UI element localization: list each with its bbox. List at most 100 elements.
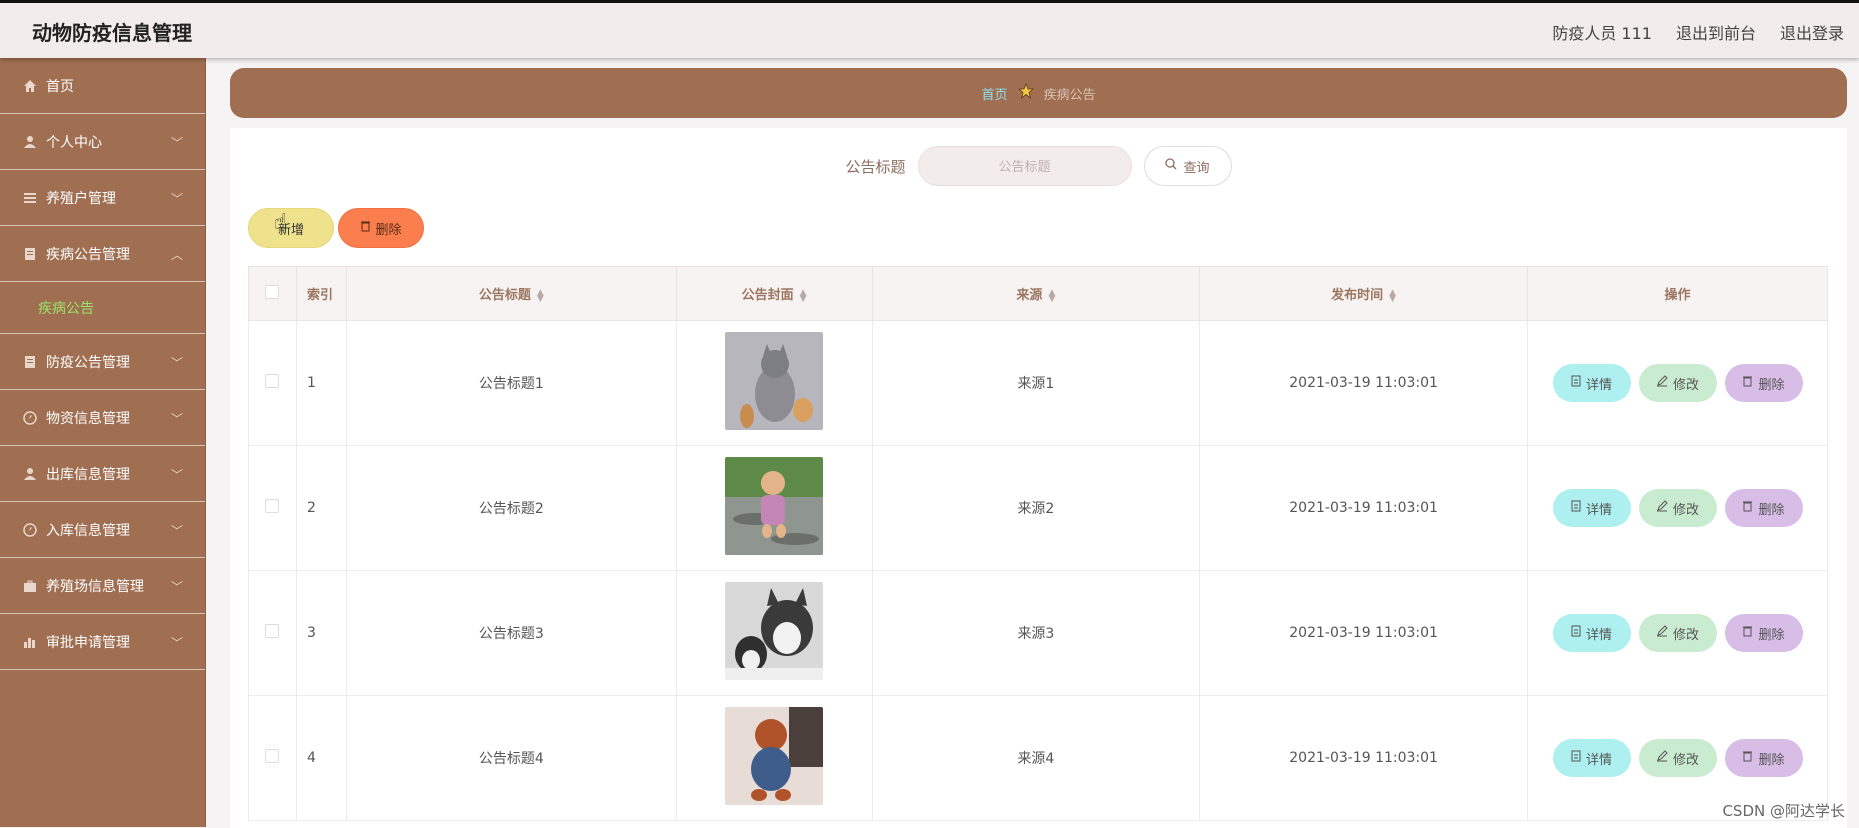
row-checkbox[interactable] <box>265 749 279 763</box>
sidebar-item-label: 个人中心 <box>46 132 102 152</box>
home-icon <box>22 78 38 94</box>
edit-button[interactable]: 修改 <box>1639 739 1717 777</box>
breadcrumb: 首页 疾病公告 <box>230 68 1847 118</box>
row-time: 2021-03-19 11:03:01 <box>1200 321 1528 446</box>
row-title: 公告标题1 <box>346 321 676 446</box>
sort-icon[interactable]: ▲▼ <box>1389 290 1396 302</box>
sidebar-item-label: 养殖户管理 <box>46 188 116 208</box>
row-source: 来源3 <box>872 571 1200 696</box>
sidebar-item-label: 入库信息管理 <box>46 520 130 540</box>
chevron-down-icon: ﹀ <box>171 634 183 651</box>
sidebar-item-label: 养殖场信息管理 <box>46 576 144 596</box>
add-button[interactable]: 新增 <box>248 208 334 248</box>
chevron-down-icon: ﹀ <box>171 410 183 427</box>
breadcrumb-home[interactable]: 首页 <box>981 84 1007 103</box>
compass-icon <box>22 410 38 426</box>
delete-row-button[interactable]: 删除 <box>1725 614 1803 652</box>
exit-to-front-link[interactable]: 退出到前台 <box>1676 20 1756 44</box>
detail-button[interactable]: 详情 <box>1553 364 1631 402</box>
search-icon <box>1165 158 1177 174</box>
sidebar-item-label: 物资信息管理 <box>46 408 130 428</box>
row-checkbox-cell <box>249 696 297 821</box>
edit-button-label: 修改 <box>1673 499 1699 518</box>
delete-row-button[interactable]: 删除 <box>1725 364 1803 402</box>
table-row: 3 公告标题3 来源3 2021-03-19 11:03:01 详情 修改 删除 <box>249 571 1828 696</box>
sidebar-item-personal[interactable]: 个人中心 ﹀ <box>0 114 205 170</box>
logout-link[interactable]: 退出登录 <box>1780 20 1844 44</box>
row-checkbox[interactable] <box>265 624 279 638</box>
sidebar-item-approval[interactable]: 审批申请管理 ﹀ <box>0 614 205 670</box>
sidebar-item-farmers[interactable]: 养殖户管理 ﹀ <box>0 170 205 226</box>
query-button[interactable]: 查询 <box>1144 146 1232 186</box>
detail-button[interactable]: 详情 <box>1553 739 1631 777</box>
chevron-down-icon: ﹀ <box>171 134 183 151</box>
header-actions: 操作 <box>1528 267 1828 321</box>
sort-icon[interactable]: ▲▼ <box>800 290 807 302</box>
row-cover-cell <box>676 571 872 696</box>
detail-button-label: 详情 <box>1586 374 1612 393</box>
header-time[interactable]: 发布时间▲▼ <box>1200 267 1528 321</box>
row-checkbox[interactable] <box>265 499 279 513</box>
select-all-cell <box>249 267 297 321</box>
delete-row-button[interactable]: 删除 <box>1725 739 1803 777</box>
star-icon <box>1018 83 1034 103</box>
table-row: 4 公告标题4 来源4 2021-03-19 11:03:01 详情 修改 删除 <box>249 696 1828 821</box>
delete-row-button[interactable]: 删除 <box>1725 489 1803 527</box>
chevron-down-icon: ﹀ <box>171 522 183 539</box>
header-source[interactable]: 来源 ▲▼ <box>872 267 1200 321</box>
husky-image <box>725 582 823 680</box>
header-title[interactable]: 公告标题 ▲▼ <box>346 267 676 321</box>
sort-icon[interactable]: ▲▼ <box>1048 290 1055 302</box>
pencil-icon <box>1656 375 1668 391</box>
sort-icon[interactable]: ▲▼ <box>537 290 544 302</box>
detail-button[interactable]: 详情 <box>1553 614 1631 652</box>
detail-button-label: 详情 <box>1586 749 1612 768</box>
row-index: 1 <box>296 321 346 446</box>
edit-button-label: 修改 <box>1673 374 1699 393</box>
user-label: 防疫人员 111 <box>1552 20 1652 44</box>
document-icon <box>1571 500 1581 516</box>
list-icon <box>22 190 38 206</box>
sidebar-item-prevention-notice[interactable]: 防疫公告管理 ﹀ <box>0 334 205 390</box>
sidebar-item-outbound[interactable]: 出库信息管理 ﹀ <box>0 446 205 502</box>
header-cover[interactable]: 公告封面▲▼ <box>676 267 872 321</box>
search-input[interactable] <box>918 146 1132 186</box>
sidebar-item-home[interactable]: 首页 <box>0 58 205 114</box>
row-checkbox[interactable] <box>265 374 279 388</box>
sidebar-item-supplies[interactable]: 物资信息管理 ﹀ <box>0 390 205 446</box>
delete-row-button-label: 删除 <box>1758 624 1784 643</box>
sidebar-item-farm-info[interactable]: 养殖场信息管理 ﹀ <box>0 558 205 614</box>
chevron-down-icon: ﹀ <box>171 578 183 595</box>
row-checkbox-cell <box>249 571 297 696</box>
edit-button-label: 修改 <box>1673 624 1699 643</box>
row-title: 公告标题4 <box>346 696 676 821</box>
detail-button[interactable]: 详情 <box>1553 489 1631 527</box>
delete-button[interactable]: 删除 <box>338 208 424 248</box>
header-title-label: 公告标题 <box>479 288 531 303</box>
main-area: 首页 疾病公告 公告标题 查询 新增 删除 <box>206 58 1859 827</box>
sidebar-subitem-disease-notice[interactable]: 疾病公告 <box>0 282 205 334</box>
select-all-checkbox[interactable] <box>265 285 279 299</box>
sidebar-item-inbound[interactable]: 入库信息管理 ﹀ <box>0 502 205 558</box>
delete-row-button-label: 删除 <box>1758 749 1784 768</box>
sidebar-item-label: 出库信息管理 <box>46 464 130 484</box>
chevron-down-icon: ﹀ <box>171 354 183 371</box>
row-actions: 详情 修改 删除 <box>1528 321 1828 446</box>
row-index: 4 <box>296 696 346 821</box>
query-button-label: 查询 <box>1183 157 1209 176</box>
edit-button[interactable]: 修改 <box>1639 489 1717 527</box>
edit-button[interactable]: 修改 <box>1639 364 1717 402</box>
edit-button[interactable]: 修改 <box>1639 614 1717 652</box>
pencil-icon <box>1656 750 1668 766</box>
delete-button-label: 删除 <box>375 219 401 238</box>
chevron-up-icon: ︿ <box>171 246 183 263</box>
top-header: 动物防疫信息管理 防疫人员 111 退出到前台 退出登录 <box>0 0 1859 58</box>
document-icon <box>22 246 38 262</box>
row-checkbox-cell <box>249 446 297 571</box>
row-index: 2 <box>296 446 346 571</box>
sidebar-item-disease-notice[interactable]: 疾病公告管理 ︿ <box>0 226 205 282</box>
user-icon <box>22 466 38 482</box>
header-source-label: 来源 <box>1016 288 1042 303</box>
header-index: 索引 <box>296 267 346 321</box>
document-icon <box>1571 375 1581 391</box>
